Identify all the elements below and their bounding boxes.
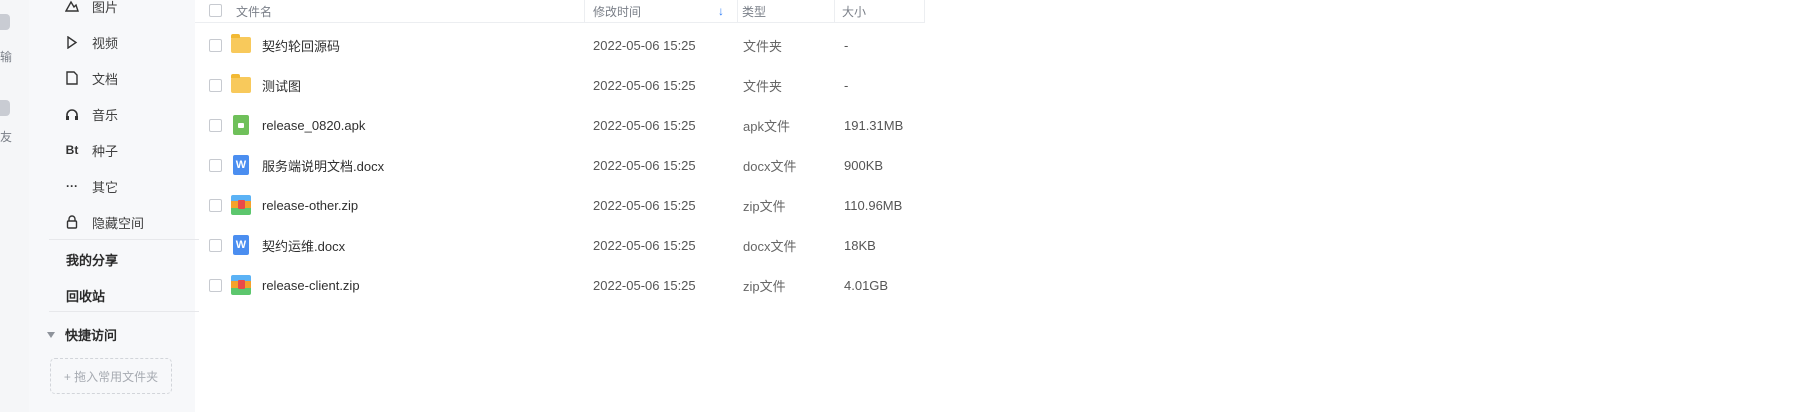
zip-file-icon bbox=[231, 275, 251, 295]
modified-time: 2022-05-06 15:25 bbox=[593, 277, 696, 293]
sidebar-divider bbox=[49, 311, 199, 312]
headphones-icon bbox=[64, 106, 80, 122]
word-file-icon: W bbox=[233, 235, 249, 255]
sidebar-divider bbox=[49, 239, 199, 240]
row-checkbox[interactable] bbox=[209, 199, 222, 212]
sort-arrow-icon[interactable]: ↓ bbox=[718, 0, 724, 22]
recycle-bin-link[interactable]: 回收站 bbox=[66, 286, 105, 305]
file-name[interactable]: 契约运维.docx bbox=[262, 225, 345, 265]
my-share-link[interactable]: 我的分享 bbox=[66, 250, 118, 269]
file-name[interactable]: release-client.zip bbox=[262, 265, 360, 305]
folder-icon bbox=[231, 34, 251, 53]
table-row[interactable]: W 服务端说明文档.docx 2022-05-06 15:25 docx文件 9… bbox=[195, 145, 1807, 185]
modified-time: 2022-05-06 15:25 bbox=[593, 157, 696, 173]
file-name[interactable]: release-other.zip bbox=[262, 185, 358, 225]
apk-file-icon bbox=[233, 115, 249, 135]
sidebar-item-documents[interactable]: 文档 bbox=[64, 66, 118, 90]
sidebar-item-label: 音乐 bbox=[92, 107, 119, 123]
quick-access-toggle[interactable]: 快捷访问 bbox=[47, 325, 117, 344]
column-header-type[interactable]: 类型 bbox=[742, 0, 766, 22]
row-checkbox[interactable] bbox=[209, 79, 222, 92]
file-size: 900KB bbox=[844, 157, 884, 173]
file-name[interactable]: release_0820.apk bbox=[262, 105, 365, 145]
sidebar-item-label: 视频 bbox=[92, 35, 119, 51]
cube-icon[interactable] bbox=[0, 14, 10, 30]
document-icon bbox=[64, 70, 80, 86]
user-icon[interactable] bbox=[0, 100, 10, 116]
modified-time: 2022-05-06 15:25 bbox=[593, 37, 696, 53]
column-separator bbox=[834, 0, 835, 22]
file-type: 文件夹 bbox=[743, 78, 783, 94]
more-icon: ··· bbox=[66, 179, 78, 193]
rail-item-label[interactable]: 友 bbox=[0, 128, 12, 145]
file-type: docx文件 bbox=[743, 238, 797, 254]
row-checkbox[interactable] bbox=[209, 119, 222, 132]
sidebar-item-label: 图片 bbox=[92, 0, 119, 15]
file-size: - bbox=[844, 37, 849, 53]
collapse-triangle-icon bbox=[47, 331, 55, 338]
column-header-name[interactable]: 文件名 bbox=[236, 0, 272, 22]
file-type: apk文件 bbox=[743, 118, 790, 134]
modified-time: 2022-05-06 15:25 bbox=[593, 237, 696, 253]
file-type: 文件夹 bbox=[743, 38, 783, 54]
sidebar-item-videos[interactable]: 视频 bbox=[64, 30, 118, 54]
file-list: 文件名 修改时间 ↓ 类型 大小 契约轮回源码 2022-05-06 15:25… bbox=[195, 0, 1807, 412]
file-size: 110.96MB bbox=[844, 197, 903, 213]
table-row[interactable]: release-client.zip 2022-05-06 15:25 zip文… bbox=[195, 265, 1807, 305]
table-row[interactable]: release-other.zip 2022-05-06 15:25 zip文件… bbox=[195, 185, 1807, 225]
sidebar-item-others[interactable]: ··· 其它 bbox=[64, 174, 118, 198]
zip-file-icon bbox=[231, 195, 251, 215]
column-separator bbox=[737, 0, 738, 22]
sidebar: 图片 视频 文档 音乐 Bt 种子 ··· 其它 隐藏空间 我的分享 回收站 快… bbox=[29, 0, 199, 412]
file-size: 4.01GB bbox=[844, 277, 889, 293]
column-separator bbox=[924, 0, 925, 22]
file-type: zip文件 bbox=[743, 278, 786, 294]
table-row[interactable]: release_0820.apk 2022-05-06 15:25 apk文件 … bbox=[195, 105, 1807, 145]
sidebar-item-label: 其它 bbox=[92, 179, 119, 195]
file-type: docx文件 bbox=[743, 158, 797, 174]
column-header-modified[interactable]: 修改时间 bbox=[593, 0, 641, 22]
table-row[interactable]: W 契约运维.docx 2022-05-06 15:25 docx文件 18KB bbox=[195, 225, 1807, 265]
sidebar-item-music[interactable]: 音乐 bbox=[64, 102, 118, 126]
modified-time: 2022-05-06 15:25 bbox=[593, 77, 696, 93]
row-checkbox[interactable] bbox=[209, 239, 222, 252]
table-header: 文件名 修改时间 ↓ 类型 大小 bbox=[195, 0, 925, 23]
column-header-size[interactable]: 大小 bbox=[842, 0, 866, 22]
folder-icon bbox=[231, 74, 251, 93]
sidebar-item-images[interactable]: 图片 bbox=[64, 0, 118, 18]
sidebar-item-hidden-space[interactable]: 隐藏空间 bbox=[64, 210, 144, 234]
column-separator bbox=[584, 0, 585, 22]
modified-time: 2022-05-06 15:25 bbox=[593, 197, 696, 213]
modified-time: 2022-05-06 15:25 bbox=[593, 117, 696, 133]
play-icon bbox=[64, 34, 80, 50]
left-rail: 输 友 bbox=[0, 0, 29, 412]
sidebar-item-torrents[interactable]: Bt 种子 bbox=[64, 138, 118, 162]
image-icon bbox=[64, 0, 80, 14]
sidebar-item-label: 隐藏空间 bbox=[92, 215, 145, 231]
bt-icon: Bt bbox=[65, 143, 79, 157]
word-file-icon: W bbox=[233, 155, 249, 175]
table-row[interactable]: 测试图 2022-05-06 15:25 文件夹 - bbox=[195, 65, 1807, 105]
lock-icon bbox=[64, 214, 80, 230]
row-checkbox[interactable] bbox=[209, 39, 222, 52]
quick-access-label: 快捷访问 bbox=[65, 328, 118, 343]
file-name[interactable]: 服务端说明文档.docx bbox=[262, 145, 384, 185]
row-checkbox[interactable] bbox=[209, 279, 222, 292]
file-name[interactable]: 测试图 bbox=[262, 65, 301, 105]
table-row[interactable]: 契约轮回源码 2022-05-06 15:25 文件夹 - bbox=[195, 25, 1807, 65]
drop-folder-zone[interactable]: + 拖入常用文件夹 bbox=[50, 358, 172, 394]
file-name[interactable]: 契约轮回源码 bbox=[262, 25, 340, 65]
file-size: - bbox=[844, 77, 849, 93]
sidebar-item-label: 种子 bbox=[92, 143, 119, 159]
row-checkbox[interactable] bbox=[209, 159, 222, 172]
file-size: 191.31MB bbox=[844, 117, 904, 133]
file-size: 18KB bbox=[844, 237, 876, 253]
sidebar-item-label: 文档 bbox=[92, 71, 119, 87]
select-all-checkbox[interactable] bbox=[209, 4, 222, 17]
rail-item-label[interactable]: 输 bbox=[0, 48, 12, 65]
file-type: zip文件 bbox=[743, 198, 786, 214]
